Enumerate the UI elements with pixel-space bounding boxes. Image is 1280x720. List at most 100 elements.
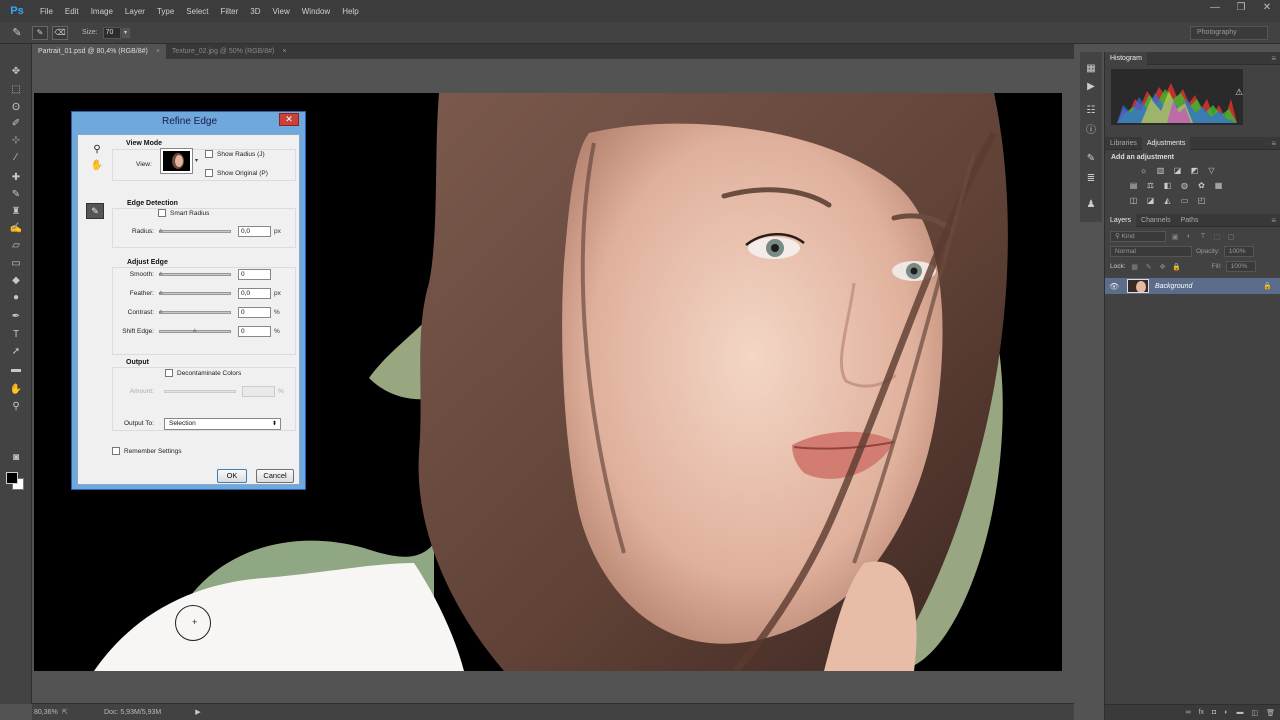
clone-stamp-tool-icon[interactable]: ♜ [8, 204, 24, 220]
view-dropdown-icon[interactable]: ▾ [195, 157, 198, 164]
kind-filter[interactable]: ⚲ Kind [1110, 231, 1166, 242]
dialog-close-button[interactable]: ✕ [279, 113, 299, 126]
hue-saturation-icon[interactable]: ▤ [1127, 180, 1140, 191]
shift-edge-slider[interactable]: ▵ [159, 327, 231, 334]
smooth-input[interactable]: 0 [238, 269, 271, 280]
slider-knob-icon[interactable]: ▵ [159, 227, 165, 234]
menu-layer[interactable]: Layer [119, 7, 151, 16]
layer-style-icon[interactable]: fx [1199, 709, 1204, 716]
gradient-map-icon[interactable]: ▭ [1178, 195, 1191, 206]
color-lookup-icon[interactable]: ▦ [1212, 180, 1225, 191]
zoom-tool-icon[interactable]: ⚲ [90, 143, 104, 157]
hand-tool-icon[interactable]: ✋ [8, 382, 24, 398]
link-layers-icon[interactable]: ∞ [1186, 709, 1191, 716]
brush-settings-icon[interactable]: ≣ [1084, 172, 1098, 186]
adjustment-filter-icon[interactable]: ◐ [1184, 233, 1194, 240]
show-original-checkbox[interactable] [205, 169, 213, 177]
tab-channels[interactable]: Channels [1136, 214, 1176, 227]
ok-button[interactable]: OK [217, 469, 247, 483]
tab-libraries[interactable]: Libraries [1105, 137, 1142, 150]
output-to-select[interactable]: Selection ⬍ [164, 418, 281, 430]
new-adjustment-icon[interactable]: ◐ [1224, 709, 1228, 716]
tab-histogram[interactable]: Histogram [1105, 51, 1147, 65]
opacity-input[interactable]: 100% [1223, 246, 1254, 257]
lock-image-icon[interactable]: ✎ [1144, 263, 1154, 271]
refine-radius-brush-icon[interactable]: ✎ [32, 25, 48, 40]
quick-selection-tool-icon[interactable]: ✐ [8, 116, 24, 132]
menu-filter[interactable]: Filter [215, 7, 245, 16]
rectangle-tool-icon[interactable]: ▬ [8, 362, 24, 378]
move-tool-icon[interactable]: ✥ [8, 64, 24, 80]
history-icon[interactable]: ▦ [1084, 62, 1098, 76]
refine-radius-tool-icon[interactable]: ✎ [6, 25, 28, 41]
menu-help[interactable]: Help [336, 7, 364, 16]
blur-tool-icon[interactable]: ◆ [8, 273, 24, 289]
delete-layer-icon[interactable]: 🗑 [1266, 709, 1275, 717]
brightness-contrast-icon[interactable]: ☼ [1137, 165, 1150, 176]
selective-color-icon[interactable]: ◰ [1195, 195, 1208, 206]
dodge-tool-icon[interactable]: ● [8, 290, 24, 306]
menu-window[interactable]: Window [296, 7, 336, 16]
close-tab-icon[interactable]: × [156, 44, 160, 59]
smooth-slider[interactable]: ▵ [159, 270, 231, 277]
slider-knob-icon[interactable]: ▵ [159, 289, 165, 296]
layer-item-background[interactable]: 👁 Background 🔒 [1105, 278, 1280, 294]
fill-input[interactable]: 100% [1225, 261, 1256, 272]
vibrance-icon[interactable]: ▽ [1205, 165, 1218, 176]
view-mode-thumbnail[interactable] [160, 148, 193, 174]
smart-object-filter-icon[interactable]: ▢ [1226, 233, 1236, 241]
menu-view[interactable]: View [267, 7, 296, 16]
properties-icon[interactable]: ☷ [1084, 104, 1098, 118]
tab-partrait[interactable]: Partrait_01.psd @ 80,4% (RGB/8#) × [32, 44, 166, 59]
levels-icon[interactable]: ▥ [1154, 165, 1167, 176]
zoom-tool-icon[interactable]: ⚲ [8, 399, 24, 415]
gradient-tool-icon[interactable]: ▭ [8, 256, 24, 272]
new-group-icon[interactable]: ▬ [1236, 709, 1243, 716]
threshold-icon[interactable]: ◭ [1161, 195, 1174, 206]
tab-adjustments[interactable]: Adjustments [1141, 136, 1191, 150]
panel-menu-icon[interactable]: ≡ [1271, 214, 1276, 227]
cancel-button[interactable]: Cancel [256, 469, 294, 483]
lasso-tool-icon[interactable]: ʘ [8, 100, 24, 116]
workspace-switcher[interactable]: Photography [1190, 26, 1268, 40]
actions-play-icon[interactable]: ▶ [1084, 80, 1098, 94]
hand-tool-icon[interactable]: ✋ [90, 159, 104, 173]
eyedropper-tool-icon[interactable]: ⁄ [8, 150, 24, 166]
lock-transparent-icon[interactable]: ▦ [1130, 263, 1140, 271]
quick-mask-icon[interactable]: ◙ [8, 450, 24, 466]
close-window-button[interactable]: ✕ [1254, 0, 1280, 16]
panel-menu-icon[interactable]: ≡ [1271, 137, 1276, 150]
slider-knob-icon[interactable]: ▵ [159, 270, 165, 277]
smart-radius-checkbox[interactable] [158, 209, 166, 217]
menu-file[interactable]: File [34, 7, 59, 16]
exposure-icon[interactable]: ◩ [1188, 165, 1201, 176]
menu-type[interactable]: Type [151, 7, 180, 16]
clone-source-icon[interactable]: ♟ [1084, 198, 1098, 212]
photo-filter-icon[interactable]: ◍ [1178, 180, 1191, 191]
feather-input[interactable]: 0,0 [238, 288, 271, 299]
visibility-eye-icon[interactable]: 👁 [1109, 282, 1123, 291]
contrast-slider[interactable]: ▵ [159, 308, 231, 315]
tab-paths[interactable]: Paths [1176, 214, 1204, 227]
minimize-button[interactable]: — [1202, 0, 1228, 16]
zoom-level[interactable]: 80,36% [34, 709, 60, 716]
tab-texture[interactable]: Texture_02.jpg @ 50% (RGB/8#) × [166, 44, 293, 59]
radius-input[interactable]: 0,0 [238, 226, 271, 237]
pen-tool-icon[interactable]: ✒ [8, 309, 24, 325]
tab-layers[interactable]: Layers [1105, 213, 1137, 227]
dialog-titlebar[interactable]: Refine Edge ✕ [72, 112, 305, 132]
refine-radius-tool-icon[interactable]: ✎ [86, 203, 104, 219]
menu-select[interactable]: Select [180, 7, 214, 16]
lock-all-icon[interactable]: 🔒 [1172, 263, 1182, 271]
size-dropdown-icon[interactable]: ▾ [120, 26, 131, 39]
blend-mode-select[interactable]: Normal [1110, 246, 1192, 257]
restore-button[interactable]: ❐ [1228, 0, 1254, 16]
decontaminate-checkbox[interactable] [165, 369, 173, 377]
add-mask-icon[interactable]: ◘ [1212, 709, 1216, 716]
radius-slider[interactable]: ▵ [159, 227, 231, 234]
show-radius-checkbox[interactable] [205, 150, 213, 158]
healing-brush-tool-icon[interactable]: ✚ [8, 170, 24, 186]
slider-knob-icon[interactable]: ▵ [193, 327, 199, 334]
shape-filter-icon[interactable]: ⬚ [1212, 233, 1222, 241]
crop-tool-icon[interactable]: ⊹ [8, 133, 24, 149]
